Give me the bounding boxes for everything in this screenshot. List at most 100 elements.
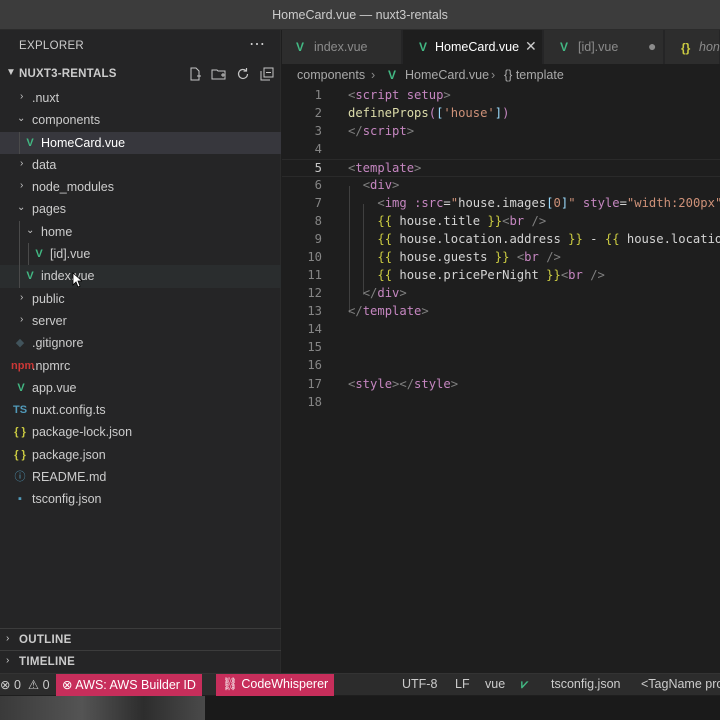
codewhisperer-status[interactable]: ⛓ CodeWhisperer <box>216 674 335 696</box>
eol-selector[interactable]: LF <box>455 677 470 695</box>
tree-folder-home[interactable]: ⌄ home <box>0 220 281 244</box>
vue-logo-icon[interactable]: ⩗ <box>521 677 528 695</box>
tree-item-label: tsconfig.json <box>32 492 102 507</box>
project-name: NUXT3-RENTALS <box>19 68 117 80</box>
tree-file-npmrc[interactable]: npm .npmrc <box>0 355 281 377</box>
breadcrumb-folder[interactable]: components <box>297 68 365 82</box>
code-editor[interactable]: 1 <script setup> 2 defineProps(['house']) … <box>282 86 720 673</box>
warning-count: 0 <box>42 678 50 692</box>
chevron-down-icon: ⌄ <box>17 113 26 125</box>
tree-folder-pages[interactable]: ⌄ pages <box>0 198 281 220</box>
error-circle-icon: ⊗ <box>62 678 73 692</box>
tree-file-app-vue[interactable]: V app.vue <box>0 377 281 399</box>
tree-item-label: components <box>32 113 101 128</box>
tree-file-index-vue[interactable]: V index.vue <box>0 265 281 288</box>
chevron-right-icon: › <box>20 291 24 303</box>
vue-file-icon: V <box>17 381 25 394</box>
title-bar: HomeCard.vue — nuxt3-rentals <box>0 0 720 30</box>
tab-homecard-vue[interactable]: V HomeCard.vue ✕ <box>403 30 543 64</box>
outline-panel-header[interactable]: › OUTLINE <box>0 628 281 650</box>
line-number: 7 <box>314 196 322 210</box>
tree-item-label: nuxt.config.ts <box>32 403 106 418</box>
code-line: 1 <script setup> <box>282 87 720 105</box>
breadcrumb-file[interactable]: HomeCard.vue <box>405 68 489 82</box>
code-line: 4 <box>282 141 720 159</box>
code-line: 9 {{ house.location.address }} - {{ hous… <box>282 231 720 249</box>
tree-file-nuxt-config[interactable]: TS nuxt.config.ts <box>0 399 281 421</box>
tree-folder-node-modules[interactable]: › node_modules <box>0 176 281 198</box>
tree-item-label: .gitignore <box>32 336 84 351</box>
npm-file-icon: npm <box>11 359 35 372</box>
tab-label: hon <box>699 40 720 54</box>
tree-item-label: package-lock.json <box>32 425 133 440</box>
tab-index-vue[interactable]: V index.vue <box>282 30 402 64</box>
tree-folder-public[interactable]: › public <box>0 288 281 310</box>
more-actions-icon[interactable]: ⋯ <box>249 34 265 54</box>
tree-file-package-json[interactable]: { } package.json <box>0 444 281 466</box>
breadcrumb-symbol[interactable]: {} template <box>504 68 564 82</box>
indent-guide <box>28 243 29 266</box>
code-line: 16 <box>282 357 720 375</box>
tagname-status[interactable]: <TagName pro <box>641 677 720 695</box>
tree-folder-components[interactable]: ⌄ components <box>0 109 281 131</box>
chevron-right-icon: › <box>20 157 24 169</box>
collapse-all-icon[interactable] <box>259 65 275 83</box>
line-number: 12 <box>307 286 322 300</box>
code-line: 11 {{ house.pricePerNight }}<br /> <box>282 267 720 285</box>
tsconfig-status[interactable]: tsconfig.json <box>551 677 620 695</box>
tree-file-tsconfig[interactable]: ▪ tsconfig.json <box>0 488 281 510</box>
file-tree: › .nuxt ⌄ components V HomeCard.vue › da… <box>0 87 281 511</box>
explorer-actions <box>187 65 275 83</box>
tree-item-label: server <box>32 313 67 328</box>
line-number: 8 <box>314 214 322 228</box>
tree-folder-nuxt[interactable]: › .nuxt <box>0 87 281 109</box>
mouse-cursor-icon <box>72 272 82 288</box>
tree-folder-server[interactable]: › server <box>0 310 281 332</box>
vue-file-icon: V <box>35 248 43 261</box>
code-line: 2 defineProps(['house']) <box>282 105 720 123</box>
error-count: 0 <box>13 678 21 692</box>
line-number: 15 <box>307 340 322 354</box>
language-selector[interactable]: vue <box>485 677 505 695</box>
tree-file-id-vue[interactable]: V [id].vue <box>0 243 281 266</box>
explorer-title: EXPLORER <box>19 40 85 52</box>
json-file-icon: {} <box>681 41 691 55</box>
tree-folder-data[interactable]: › data <box>0 154 281 176</box>
tree-file-gitignore[interactable]: ◆ .gitignore <box>0 332 281 354</box>
outline-label: OUTLINE <box>19 634 72 646</box>
code-line: 8 {{ house.title }}<br /> <box>282 213 720 231</box>
project-section-header[interactable]: ▼ NUXT3-RENTALS <box>0 64 281 86</box>
timeline-panel-header[interactable]: › TIMELINE <box>0 650 281 672</box>
window-title: HomeCard.vue — nuxt3-rentals <box>272 8 448 22</box>
refresh-icon[interactable] <box>235 65 251 83</box>
tree-file-readme[interactable]: ⓘ README.md <box>0 466 281 488</box>
code-line: 15 <box>282 339 720 357</box>
chevron-right-icon: › <box>6 633 10 644</box>
code-line: 18 <box>282 394 720 412</box>
aws-status[interactable]: ⊗ AWS: AWS Builder ID <box>56 674 202 696</box>
typescript-file-icon: TS <box>13 404 28 417</box>
encoding-selector[interactable]: UTF-8 <box>402 677 437 695</box>
problems-indicator[interactable]: ⊗ 0 ⚠ 0 <box>0 677 50 695</box>
line-number: 11 <box>307 268 322 282</box>
chevron-right-icon: › <box>20 313 24 325</box>
line-number: 9 <box>314 232 322 246</box>
tab-json[interactable]: {} hon <box>665 30 720 64</box>
unsaved-dot-icon[interactable]: ● <box>648 38 656 54</box>
new-folder-icon[interactable] <box>211 65 227 83</box>
close-icon[interactable]: ✕ <box>525 38 537 55</box>
background-image <box>0 696 205 720</box>
code-line: 6 <div> <box>282 177 720 195</box>
tree-item-label: README.md <box>32 470 107 485</box>
tree-file-package-lock[interactable]: { } package-lock.json <box>0 421 281 443</box>
indent-guide <box>19 131 20 154</box>
line-number: 5 <box>314 161 322 175</box>
json-file-icon: { } <box>14 426 26 439</box>
tree-file-homecard[interactable]: V HomeCard.vue <box>0 131 281 154</box>
tab-id-vue[interactable]: V [id].vue ● <box>544 30 664 64</box>
chevron-right-icon: › <box>20 91 24 102</box>
new-file-icon[interactable] <box>187 65 203 83</box>
error-icon: ⊗ <box>0 678 11 692</box>
chevron-right-icon: › <box>6 655 10 666</box>
explorer-sidebar: EXPLORER ⋯ ▼ NUXT3-RENTALS › .nuxt ⌄ com… <box>0 30 281 673</box>
